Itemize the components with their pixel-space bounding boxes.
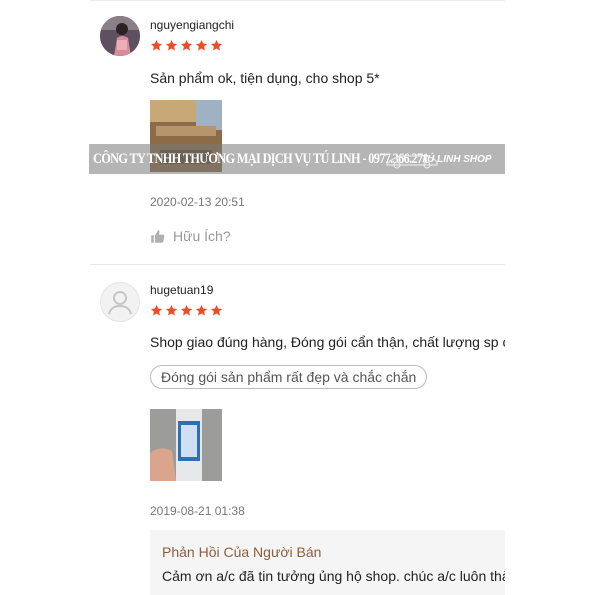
seller-reply-title: Phản Hồi Của Người Bán bbox=[162, 544, 322, 560]
shop-logo: TÚ LINH SHOP bbox=[386, 152, 492, 169]
thumbs-up-icon bbox=[151, 229, 165, 243]
star-icon bbox=[195, 304, 208, 316]
shop-logo-text: TÚ LINH SHOP bbox=[421, 152, 492, 165]
review-photo-image bbox=[150, 409, 222, 481]
divider bbox=[90, 0, 505, 1]
review-username[interactable]: nguyengiangchi bbox=[150, 18, 234, 32]
seller-reply: Phản Hồi Của Người Bán Cảm ơn a/c đã tin… bbox=[150, 530, 505, 595]
review-photo[interactable] bbox=[150, 409, 222, 481]
rating-stars bbox=[150, 39, 223, 53]
star-icon bbox=[210, 304, 223, 316]
review-comment: Shop giao đúng hàng, Đóng gói cẩn thận, … bbox=[150, 334, 505, 350]
review-date: 2020-02-13 20:51 bbox=[150, 195, 245, 209]
review-username[interactable]: hugetuan19 bbox=[150, 283, 213, 297]
rating-stars bbox=[150, 304, 223, 318]
review-date: 2019-08-21 01:38 bbox=[150, 504, 245, 518]
seller-reply-text: Cảm ơn a/c đã tin tưởng ủng hộ shop. chú… bbox=[162, 568, 505, 584]
star-icon bbox=[150, 304, 163, 316]
star-icon bbox=[165, 304, 178, 316]
star-icon bbox=[165, 39, 178, 51]
star-icon bbox=[210, 39, 223, 51]
star-icon bbox=[195, 39, 208, 51]
avatar-photo bbox=[100, 16, 140, 56]
avatar[interactable] bbox=[100, 282, 140, 322]
helpful-button[interactable]: Hữu Ích? bbox=[150, 228, 231, 244]
review-divider bbox=[90, 264, 505, 265]
star-icon bbox=[150, 39, 163, 51]
reviews-panel: nguyengiangchi Sản phẩm ok, tiện dụng, c… bbox=[90, 0, 505, 595]
star-icon bbox=[180, 39, 193, 51]
watermark-text: CÔNG TY TNHH THƯƠNG MẠI DỊCH VỤ TÚ LINH … bbox=[93, 150, 429, 167]
helpful-label: Hữu Ích? bbox=[173, 228, 231, 244]
watermark-banner: CÔNG TY TNHH THƯƠNG MẠI DỊCH VỤ TÚ LINH … bbox=[89, 144, 505, 174]
avatar[interactable] bbox=[100, 16, 140, 56]
user-icon bbox=[108, 291, 132, 315]
review-comment: Sản phẩm ok, tiện dụng, cho shop 5* bbox=[150, 70, 380, 86]
star-icon bbox=[180, 304, 193, 316]
review-tag: Đóng gói sản phẩm rất đẹp và chắc chắn bbox=[150, 365, 428, 389]
